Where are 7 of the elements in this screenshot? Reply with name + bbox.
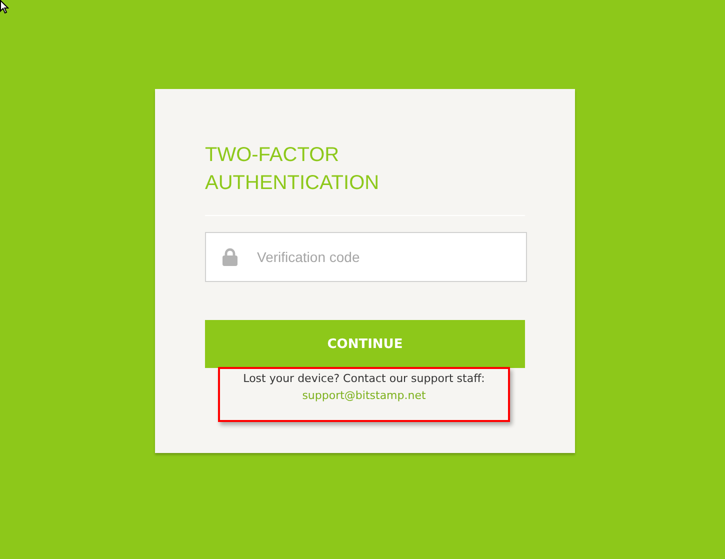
help-text: Lost your device? Contact our support staff: [243,372,485,385]
page-title: TWO-FACTOR AUTHENTICATION [205,143,380,196]
support-email-link[interactable]: support@bitstamp.net [302,389,426,402]
verification-code-field[interactable]: Verification code [205,232,527,282]
continue-button[interactable]: CONTINUE [205,320,525,368]
lock-icon [222,248,238,266]
cursor-icon [0,0,9,14]
